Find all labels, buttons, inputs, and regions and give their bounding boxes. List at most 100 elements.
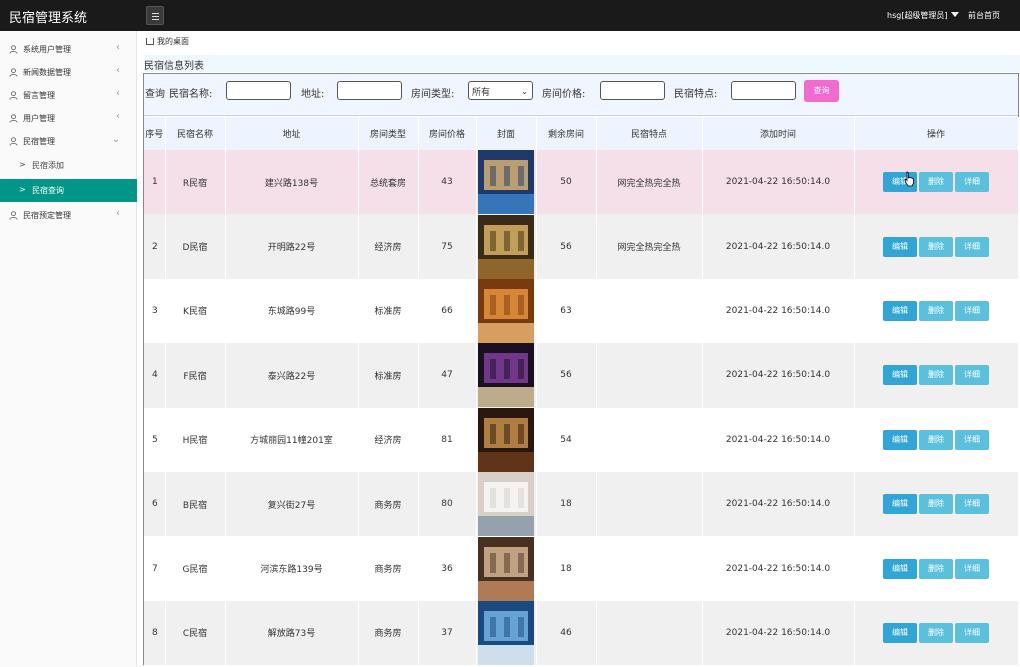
column-header: 民宿特点 <box>596 117 703 150</box>
table-row: 5 H民宿 方城丽园11幢201室 经济房 81 54 2021-04-22 16:50:1… <box>144 407 1019 472</box>
detail-button[interactable]: 详细 <box>955 622 989 643</box>
detail-button[interactable]: 详细 <box>955 494 989 515</box>
homestay-name: C民宿 <box>165 600 226 666</box>
delete-button[interactable]: 删除 <box>919 236 953 257</box>
delete-button[interactable]: 删除 <box>919 622 953 643</box>
cover-cell <box>476 600 537 666</box>
table-header-row: 序号 民宿名称 地址 房间类型 房间价格 封面 剩余房间 民宿特点 添加时间 操… <box>144 117 1019 150</box>
remaining-rooms: 56 <box>536 343 597 408</box>
features-input[interactable] <box>731 81 796 100</box>
room-type: 经济房 <box>358 214 419 279</box>
cover-cell <box>476 150 537 215</box>
homestay-features: 网完全热完全热 <box>596 214 703 279</box>
delete-button[interactable]: 删除 <box>919 558 953 579</box>
address-label: 地址: <box>301 89 325 100</box>
user-icon <box>9 68 18 77</box>
table-row: 4 F民宿 泰兴路22号 标准房 47 56 2021-04-22 16:50:14.0 编辑… <box>144 343 1019 408</box>
sidebar: 系统用户管理 ‹ 新闻数据管理 ‹ 留言管理 ‹ 用户管理 ‹ 民宿管理 ⌄ >… <box>0 31 137 667</box>
delete-button[interactable]: 删除 <box>919 494 953 515</box>
home-icon <box>146 38 154 45</box>
edit-button[interactable]: 编辑 <box>883 236 917 257</box>
room-type: 经济房 <box>358 407 419 472</box>
room-price: 81 <box>418 407 477 472</box>
room-type: 标准房 <box>358 278 419 344</box>
edit-button[interactable]: 编辑 <box>883 622 917 643</box>
sidebar-item-system-users[interactable]: 系统用户管理 ‹ <box>0 38 137 60</box>
sidebar-item-messages[interactable]: 留言管理 ‹ <box>0 84 137 106</box>
delete-button[interactable]: 删除 <box>919 172 953 193</box>
edit-button[interactable]: 编辑 <box>883 558 917 579</box>
address-input[interactable] <box>337 81 402 100</box>
chevron-right-icon: > <box>19 185 26 194</box>
detail-button[interactable]: 详细 <box>955 365 989 386</box>
cover-cell <box>476 471 537 537</box>
cover-image <box>478 214 534 279</box>
sidebar-subitem-homestay-query[interactable]: > 民宿查询 <box>0 179 137 202</box>
edit-button[interactable]: 编辑 <box>883 365 917 386</box>
homestay-features <box>596 600 703 666</box>
price-input[interactable] <box>600 81 665 100</box>
sidebar-item-users[interactable]: 用户管理 ‹ <box>0 107 137 129</box>
column-header: 操作 <box>854 117 1019 150</box>
delete-button[interactable]: 删除 <box>919 429 953 450</box>
homestay-address: 河滨东路139号 <box>225 536 359 601</box>
added-time: 2021-04-22 16:50:14.0 <box>702 214 855 279</box>
edit-button[interactable]: 编辑 <box>883 429 917 450</box>
price-label: 房间价格: <box>542 89 586 100</box>
room-type: 商务房 <box>358 536 419 601</box>
homestay-name: K民宿 <box>165 278 226 344</box>
name-input[interactable] <box>226 81 291 100</box>
frontpage-link[interactable]: 前台首页 <box>968 10 1000 21</box>
delete-button[interactable]: 删除 <box>919 300 953 321</box>
detail-button[interactable]: 详细 <box>955 236 989 257</box>
delete-button[interactable]: 删除 <box>919 365 953 386</box>
breadcrumb[interactable]: 我的桌面 <box>146 36 189 47</box>
detail-button[interactable]: 详细 <box>955 300 989 321</box>
added-time: 2021-04-22 16:50:14.0 <box>702 471 855 537</box>
actions-cell: 编辑 删除 详细 <box>854 407 1019 472</box>
room-type: 商务房 <box>358 471 419 537</box>
sidebar-item-booking[interactable]: 民宿预定管理 ‹ <box>0 204 137 226</box>
remaining-rooms: 18 <box>536 471 597 537</box>
table-row: 2 D民宿 开明路22号 经济房 75 56 网完全热完全热 2021-04-22 16:50… <box>144 214 1019 279</box>
sidebar-item-news[interactable]: 新闻数据管理 ‹ <box>0 61 137 83</box>
actions-cell: 编辑 删除 详细 <box>854 278 1019 344</box>
sidebar-item-label: 民宿管理 <box>23 137 55 146</box>
row-number: 4 <box>144 343 166 408</box>
sidebar-item-label: 新闻数据管理 <box>23 68 71 77</box>
detail-button[interactable]: 详细 <box>955 429 989 450</box>
detail-button[interactable]: 详细 <box>955 172 989 193</box>
homestay-address: 解放路73号 <box>225 600 359 666</box>
room-price: 43 <box>418 150 477 215</box>
chevron-left-icon: ‹ <box>116 65 120 76</box>
sidebar-item-homestay[interactable]: 民宿管理 ⌄ <box>0 130 137 152</box>
detail-button[interactable]: 详细 <box>955 558 989 579</box>
homestay-features <box>596 536 703 601</box>
search-button[interactable]: 查询 <box>804 80 839 102</box>
homestay-features <box>596 278 703 344</box>
chevron-left-icon: ‹ <box>116 111 120 122</box>
remaining-rooms: 46 <box>536 600 597 666</box>
room-type-select[interactable]: 所有 ⌄ <box>468 81 533 100</box>
sidebar-subitem-homestay-add[interactable]: > 民宿添加 <box>0 154 137 177</box>
homestay-features <box>596 471 703 537</box>
row-number: 7 <box>144 536 166 601</box>
added-time: 2021-04-22 16:50:14.0 <box>702 150 855 215</box>
column-header: 剩余房间 <box>536 117 597 150</box>
user-label: hsg[超级管理员] <box>887 11 948 20</box>
user-menu[interactable]: hsg[超级管理员] <box>887 10 959 21</box>
homestay-address: 开明路22号 <box>225 214 359 279</box>
room-price: 66 <box>418 278 477 344</box>
homestay-address: 泰兴路22号 <box>225 343 359 408</box>
homestay-address: 东城路99号 <box>225 278 359 344</box>
cover-cell <box>476 278 537 344</box>
edit-button[interactable]: 编辑 <box>883 300 917 321</box>
column-header: 序号 <box>144 117 166 150</box>
added-time: 2021-04-22 16:50:14.0 <box>702 343 855 408</box>
homestay-name: R民宿 <box>165 150 226 215</box>
homestay-table: 序号 民宿名称 地址 房间类型 房间价格 封面 剩余房间 民宿特点 添加时间 操… <box>144 117 1019 666</box>
chevron-down-icon <box>950 12 959 17</box>
menu-toggle-button[interactable] <box>146 6 164 25</box>
actions-cell: 编辑 删除 详细 <box>854 471 1019 537</box>
edit-button[interactable]: 编辑 <box>883 494 917 515</box>
